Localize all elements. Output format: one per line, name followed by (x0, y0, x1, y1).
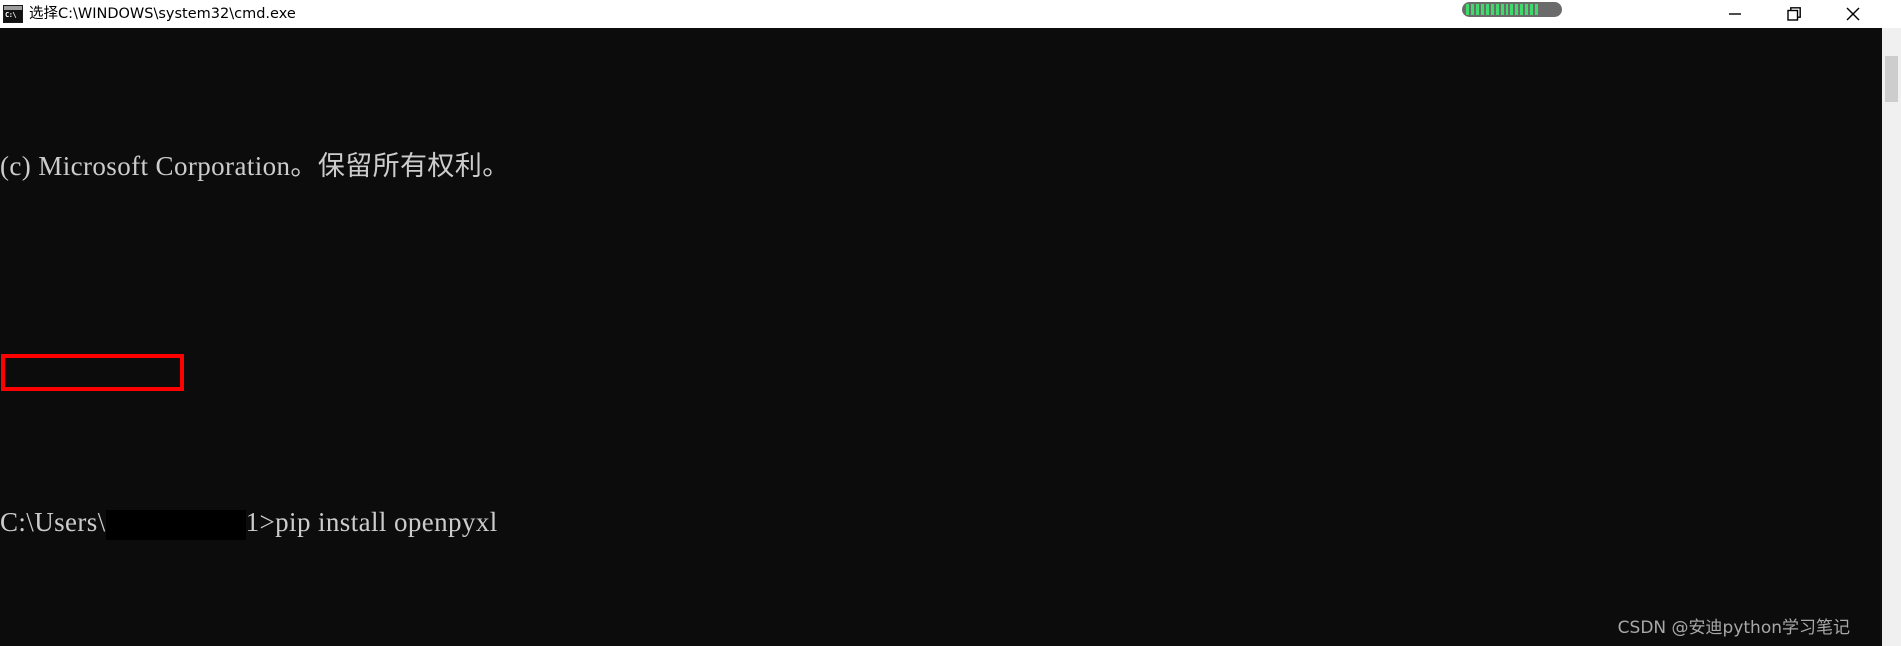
csdn-watermark: CSDN @安迪python学习笔记 (1617, 618, 1850, 638)
console-output-area[interactable]: (c) Microsoft Corporation。保留所有权利。 C:\Use… (0, 28, 1882, 646)
console-line-copyright: (c) Microsoft Corporation。保留所有权利。 (0, 150, 510, 181)
prompt-path-suffix: 1> (245, 507, 276, 538)
minimize-button[interactable] (1712, 0, 1758, 28)
battery-indicator (1462, 2, 1562, 17)
scrollbar-thumb[interactable] (1885, 56, 1898, 102)
console-text-buffer: (c) Microsoft Corporation。保留所有权利。 C:\Use… (0, 28, 1882, 646)
maximize-restore-button[interactable] (1771, 0, 1817, 28)
console-line-prompt-install: C:\Users\ 1>pip install openpyxl (0, 503, 1882, 543)
cmd-window: C:\ 选择C:\WINDOWS\system32\cmd.exe (c) Mi… (0, 0, 1901, 646)
window-title-text: 选择C:\WINDOWS\system32\cmd.exe (29, 6, 296, 22)
cmd-exe-icon: C:\ (3, 5, 23, 23)
window-title-bar[interactable]: C:\ 选择C:\WINDOWS\system32\cmd.exe (0, 0, 1901, 28)
redacted-username-block (105, 509, 246, 540)
prompt-path-prefix: C:\Users\ (0, 507, 106, 538)
vertical-scrollbar[interactable] (1882, 28, 1901, 646)
cmd-icon-prompt-text: C:\ (4, 10, 22, 22)
close-button[interactable] (1830, 0, 1876, 28)
typed-command: pip install openpyxl (275, 507, 498, 538)
battery-cells (1466, 4, 1539, 15)
